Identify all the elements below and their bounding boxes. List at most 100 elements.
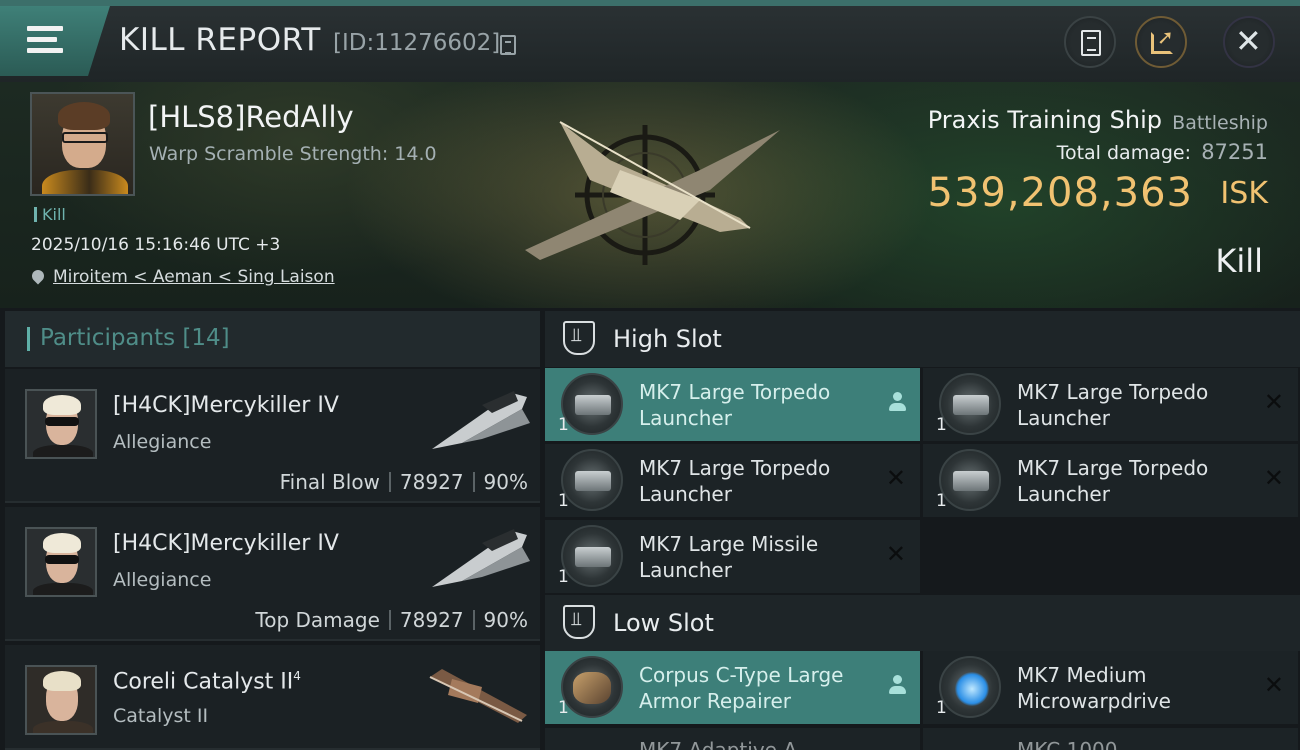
- close-icon: ✕: [1235, 22, 1262, 60]
- module-quantity: 1: [558, 491, 569, 511]
- kill-timestamp: 2025/10/16 15:16:46 UTC +3: [31, 235, 281, 255]
- participant-row[interactable]: [H4CK]Mercykiller IV Allegiance Top Dama…: [5, 507, 540, 641]
- module-slot[interactable]: 1 MK7 Large Torpedo Launcher ✕: [923, 368, 1298, 441]
- module-name: MK7 Large Torpedo Launcher: [1017, 380, 1209, 430]
- participants-header: Participants [14]: [5, 311, 540, 367]
- participant-stats: Final Blow 78927 90%: [280, 470, 528, 494]
- module-slot[interactable]: MKC 1000: [923, 728, 1298, 750]
- close-icon: ✕: [885, 464, 906, 492]
- close-icon: ✕: [1263, 464, 1284, 492]
- participant-name[interactable]: Coreli Catalyst II4: [113, 669, 301, 694]
- module-quantity: 1: [558, 415, 569, 435]
- participant-name-text: Coreli Catalyst II: [113, 669, 294, 695]
- participant-row[interactable]: [H4CK]Mercykiller IV Allegiance Final Bl…: [5, 369, 540, 503]
- module-name: MKC 1000: [1017, 738, 1118, 750]
- low-slot-icon: [563, 605, 595, 639]
- module-slot[interactable]: 1 MK7 Large Missile Launcher ✕: [545, 520, 920, 593]
- high-slot-title: High Slot: [613, 325, 722, 353]
- module-slot[interactable]: 1 Corpus C-Type Large Armor Repairer: [545, 651, 920, 724]
- torpedo-launcher-icon: [939, 449, 1001, 511]
- high-slot-icon: [563, 321, 595, 355]
- location-pin-icon: [29, 267, 47, 285]
- module-name: MK7 Adaptive A: [639, 738, 798, 750]
- person-icon: [888, 675, 906, 697]
- close-icon: ✕: [885, 540, 906, 568]
- share-icon: [1151, 25, 1174, 54]
- module-name: MK7 Medium Microwarpdrive: [1017, 663, 1171, 713]
- kill-tag-label: Kill: [42, 205, 66, 224]
- participant-ship: Allegiance: [113, 431, 212, 453]
- kill-location[interactable]: Miroitem < Aeman < Sing Laison: [29, 267, 335, 287]
- participant-ship: Catalyst II: [113, 705, 209, 727]
- module-name: MK7 Large Torpedo Launcher: [639, 456, 831, 506]
- module-slot[interactable]: 1 MK7 Medium Microwarpdrive ✕: [923, 651, 1298, 724]
- participant-ship: Allegiance: [113, 569, 212, 591]
- module-name: MK7 Large Torpedo Launcher: [1017, 456, 1209, 506]
- copy-icon[interactable]: [500, 35, 516, 55]
- armor-repairer-icon: [561, 656, 623, 718]
- victim-name[interactable]: [HLS8]RedAlly: [148, 100, 354, 134]
- participant-damage: 78927: [399, 608, 464, 632]
- module-slot[interactable]: 1 MK7 Large Torpedo Launcher: [545, 368, 920, 441]
- low-slot-header: Low Slot: [545, 595, 1300, 651]
- module-quantity: 1: [936, 698, 947, 718]
- report-id: [ID:11276602]: [333, 30, 501, 56]
- participant-role: Final Blow: [279, 470, 380, 494]
- participant-role: Top Damage: [255, 608, 380, 632]
- microwarpdrive-icon: [939, 656, 1001, 718]
- top-accent-line: [0, 0, 1300, 6]
- victim-ship-class: Battleship: [1172, 112, 1268, 134]
- participant-damage: 78927: [399, 470, 464, 494]
- clipboard-button[interactable]: [1064, 16, 1116, 68]
- kill-tag: Kill: [34, 205, 66, 224]
- participant-row[interactable]: Coreli Catalyst II4 Catalyst II: [5, 645, 540, 750]
- torpedo-launcher-icon: [561, 449, 623, 511]
- participant-name[interactable]: [H4CK]Mercykiller IV: [113, 531, 339, 556]
- module-slot[interactable]: MK7 Adaptive A: [545, 728, 920, 750]
- isk-unit: ISK: [1220, 176, 1268, 211]
- hamburger-icon: [27, 26, 63, 59]
- close-icon: ✕: [1263, 671, 1284, 699]
- total-damage-value: 87251: [1201, 140, 1268, 164]
- victim-summary: [HLS8]RedAlly Warp Scramble Strength: 14…: [0, 82, 1300, 308]
- module-quantity: 1: [936, 415, 947, 435]
- participant-avatar[interactable]: [25, 527, 97, 597]
- module-quantity: 1: [558, 698, 569, 718]
- isk-value: 539,208,363: [927, 170, 1193, 216]
- victim-portrait[interactable]: [30, 92, 135, 196]
- module-slot[interactable]: 1 MK7 Large Torpedo Launcher ✕: [545, 444, 920, 517]
- close-icon: ✕: [1263, 388, 1284, 416]
- share-button[interactable]: [1135, 16, 1187, 68]
- participant-percent: 90%: [483, 608, 528, 632]
- participant-name-superscript: 4: [293, 669, 301, 683]
- victim-ship-image: [525, 121, 780, 265]
- participants-label: Participants: [40, 325, 176, 351]
- close-button[interactable]: ✕: [1223, 16, 1275, 68]
- module-quantity: 1: [558, 567, 569, 587]
- participants-count: [14]: [182, 325, 230, 351]
- participant-name[interactable]: [H4CK]Mercykiller IV: [113, 393, 339, 418]
- top-bar: KILL REPORT [ID:11276602] ✕: [0, 0, 1300, 82]
- victim-ship-name[interactable]: Praxis Training Ship: [928, 106, 1162, 134]
- kill-result: Kill: [1215, 242, 1263, 280]
- module-name: MK7 Large Torpedo Launcher: [639, 380, 831, 430]
- participant-ship-image: [432, 529, 530, 587]
- module-quantity: 1: [936, 491, 947, 511]
- module-name: MK7 Large Missile Launcher: [639, 532, 819, 582]
- participant-avatar[interactable]: [25, 389, 97, 459]
- module-name: Corpus C-Type Large Armor Repairer: [639, 663, 844, 713]
- torpedo-launcher-icon: [561, 373, 623, 435]
- clipboard-icon: [1081, 30, 1101, 56]
- location-link[interactable]: Miroitem < Aeman < Sing Laison: [53, 267, 335, 287]
- menu-button[interactable]: [0, 6, 110, 76]
- fitting-panel: High Slot 1 MK7 Large Torpedo Launcher 1…: [545, 311, 1300, 750]
- high-slot-header: High Slot: [545, 311, 1300, 367]
- page-title: KILL REPORT: [119, 22, 321, 58]
- person-icon: [888, 392, 906, 414]
- participant-ship-image: [429, 669, 527, 723]
- participant-percent: 90%: [483, 470, 528, 494]
- module-slot[interactable]: 1 MK7 Large Torpedo Launcher ✕: [923, 444, 1298, 517]
- participant-avatar[interactable]: [25, 665, 97, 735]
- torpedo-launcher-icon: [939, 373, 1001, 435]
- warp-scramble-strength: Warp Scramble Strength: 14.0: [149, 143, 437, 165]
